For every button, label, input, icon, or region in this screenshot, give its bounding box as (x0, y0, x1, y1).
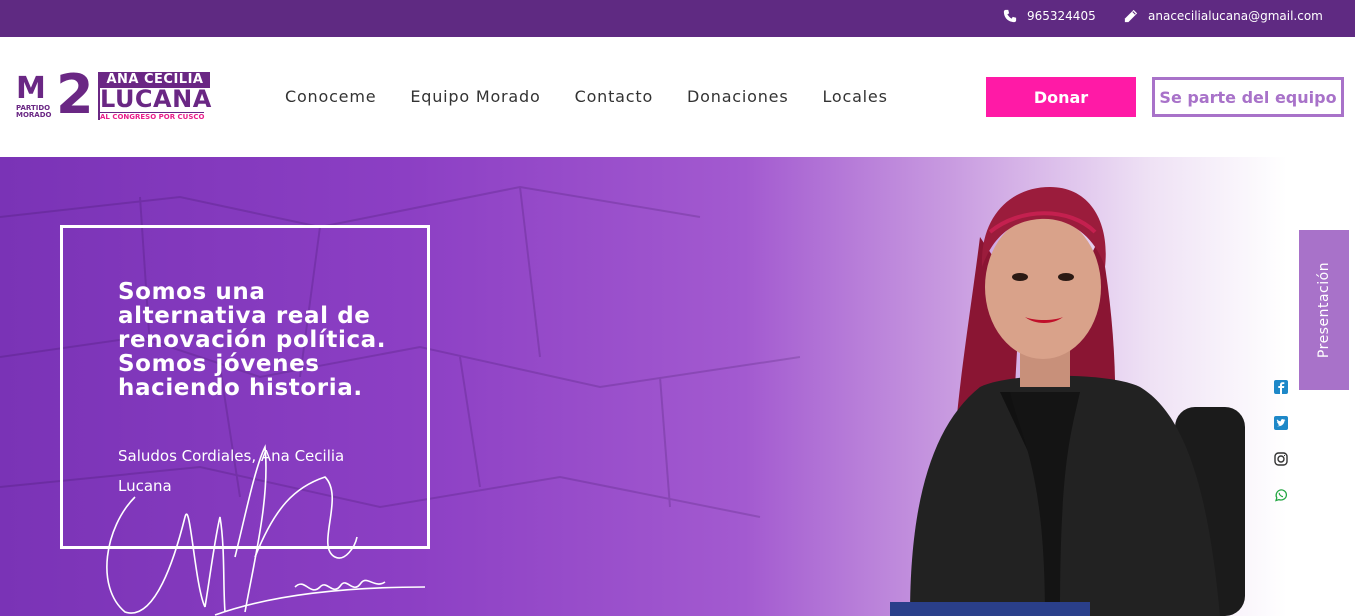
phone-icon (1003, 9, 1017, 23)
facebook-link[interactable] (1272, 378, 1290, 396)
nav-donaciones[interactable]: Donaciones (687, 87, 788, 106)
logo-party-line2: MORADO (16, 111, 52, 119)
nav-conoceme[interactable]: Conoceme (285, 87, 376, 106)
main-nav: Conoceme Equipo Morado Contacto Donacion… (285, 87, 922, 106)
presentation-tab[interactable]: Presentación (1299, 230, 1349, 390)
pencil-icon (1124, 9, 1138, 23)
email-address: anacecilialucana@gmail.com (1148, 9, 1323, 23)
logo-tagline: AL CONGRESO POR CUSCO (100, 112, 205, 121)
top-contact-bar: 965324405 anacecilialucana@gmail.com (0, 0, 1355, 37)
logo-two: 2 (56, 63, 94, 126)
presentation-tab-label: Presentación (1316, 261, 1333, 359)
whatsapp-icon (1275, 489, 1288, 502)
hero-quote: Somos una alternativa real de renovación… (118, 279, 387, 401)
donar-button[interactable]: Donar (986, 77, 1136, 117)
phone-contact[interactable]: 965324405 (1003, 9, 1096, 23)
instagram-link[interactable] (1272, 450, 1290, 468)
signature-graphic (106, 444, 426, 616)
site-logo[interactable]: M 2 PARTIDO MORADO ANA CECILIA LUCANA AL… (14, 68, 214, 124)
nav-contacto[interactable]: Contacto (575, 87, 653, 106)
twitter-icon (1274, 416, 1288, 430)
phone-number: 965324405 (1027, 9, 1096, 23)
instagram-icon (1274, 452, 1288, 466)
twitter-link[interactable] (1272, 414, 1290, 432)
whatsapp-link[interactable] (1272, 486, 1290, 504)
join-team-button[interactable]: Se parte del equipo (1152, 77, 1344, 117)
candidate-photo (890, 187, 1245, 616)
facebook-icon (1274, 380, 1288, 394)
logo-m: M (16, 71, 46, 106)
site-header: M 2 PARTIDO MORADO ANA CECILIA LUCANA AL… (0, 37, 1355, 157)
logo-name-line2: LUCANA (100, 85, 212, 113)
nav-equipo-morado[interactable]: Equipo Morado (410, 87, 540, 106)
hero-section: Somos una alternativa real de renovación… (0, 157, 1355, 616)
logo-name-box: ANA CECILIA LUCANA AL CONGRESO POR CUSCO (98, 72, 212, 122)
email-contact[interactable]: anacecilialucana@gmail.com (1124, 9, 1323, 23)
nav-locales[interactable]: Locales (822, 87, 887, 106)
logo-party: PARTIDO MORADO (16, 105, 52, 119)
